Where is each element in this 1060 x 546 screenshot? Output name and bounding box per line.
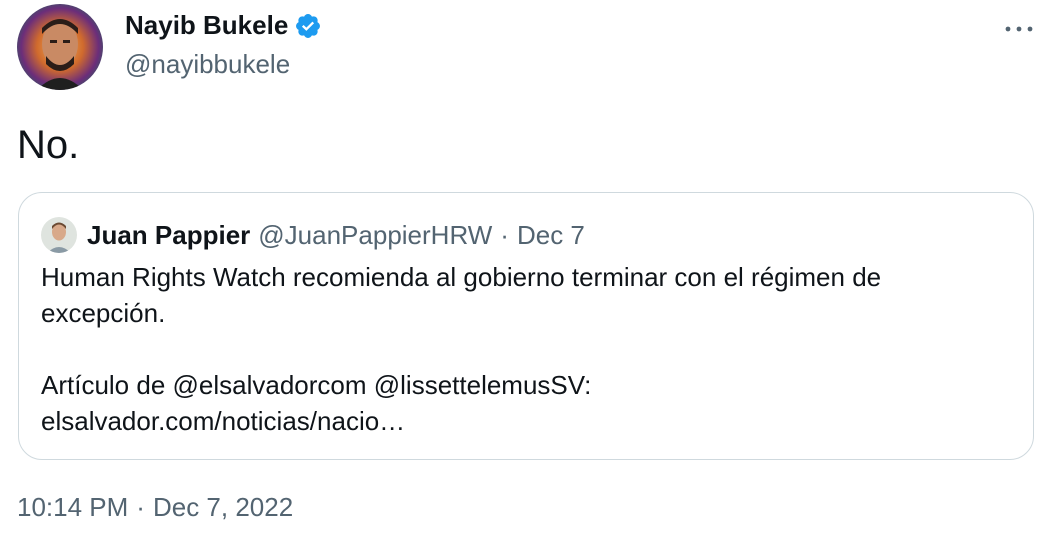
verified-badge-icon xyxy=(294,12,322,40)
more-options-button[interactable] xyxy=(1002,14,1036,44)
tweet-text: No. xyxy=(17,123,80,167)
quoted-author-handle[interactable]: @JuanPappierHRW xyxy=(258,220,492,251)
quoted-tweet-text: Human Rights Watch recomienda al gobiern… xyxy=(41,259,1001,439)
quoted-author-name[interactable]: Juan Pappier xyxy=(87,220,250,251)
author-name-row[interactable]: Nayib Bukele xyxy=(125,10,322,41)
quoted-text-line: Artículo de @elsalvadorcom @lissettelemu… xyxy=(41,370,592,400)
tweet-time[interactable]: 10:14 PM xyxy=(17,492,128,522)
more-horizontal-icon xyxy=(1005,26,1033,32)
quoted-link[interactable]: elsalvador.com/noticias/nacio… xyxy=(41,403,1001,439)
quoted-tweet-card[interactable]: Juan Pappier @JuanPappierHRW · Dec 7 Hum… xyxy=(18,192,1034,460)
quoted-tweet-date[interactable]: Dec 7 xyxy=(517,220,585,251)
separator-dot: · xyxy=(136,492,145,522)
author-avatar[interactable] xyxy=(17,4,103,90)
tweet-date[interactable]: Dec 7, 2022 xyxy=(153,492,293,522)
quoted-text-line: Human Rights Watch recomienda al gobiern… xyxy=(41,262,882,292)
quoted-tweet-header: Juan Pappier @JuanPappierHRW · Dec 7 xyxy=(41,217,585,253)
tweet-timestamp[interactable]: 10:14 PM · Dec 7, 2022 xyxy=(17,492,293,523)
author-handle[interactable]: @nayibbukele xyxy=(125,49,290,80)
quoted-text-line: excepción. xyxy=(41,298,166,328)
author-name[interactable]: Nayib Bukele xyxy=(125,10,288,41)
separator-dot: · xyxy=(500,219,509,250)
quoted-author-avatar[interactable] xyxy=(41,217,77,253)
